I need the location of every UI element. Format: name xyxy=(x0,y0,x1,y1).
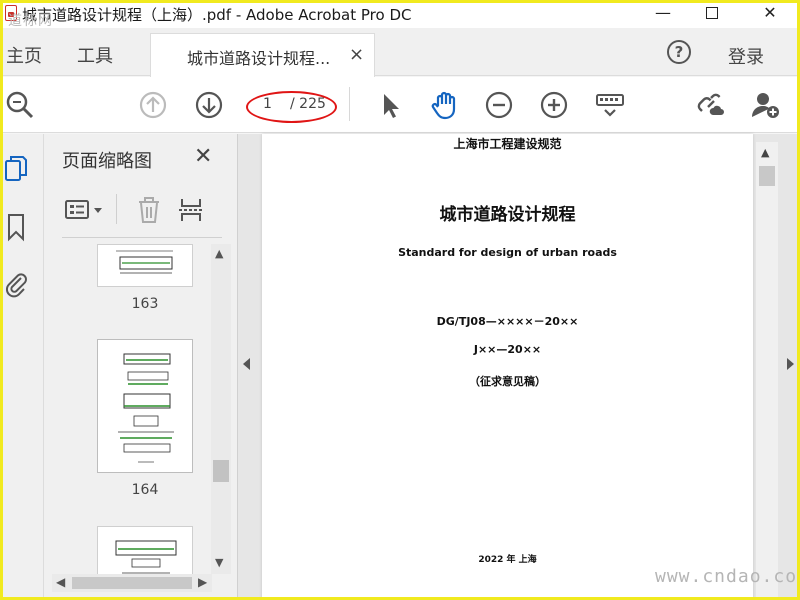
scrollbar-thumb[interactable] xyxy=(213,460,229,482)
document-title-cn: 城市道路设计规程 xyxy=(439,205,576,225)
zoom-out-icon[interactable] xyxy=(483,89,515,121)
expand-right-pane-handle[interactable] xyxy=(787,358,794,370)
record-number: J××—20×× xyxy=(473,343,542,356)
attachments-icon[interactable] xyxy=(4,268,28,298)
tab-tools[interactable]: 工具 xyxy=(77,42,113,68)
zoom-in-icon[interactable] xyxy=(538,89,570,121)
page-thumbnails-icon[interactable] xyxy=(4,154,28,184)
panel-title: 页面缩略图 xyxy=(62,151,152,172)
page-footer: 2022 年 上海 xyxy=(478,555,537,565)
thumbnail-vertical-scrollbar[interactable]: ▲ ▼ xyxy=(211,244,231,574)
document-vertical-scrollbar[interactable]: ▲ xyxy=(756,142,778,600)
document-tab-label: 城市道路设计规程... xyxy=(187,49,331,68)
split-page-icon[interactable] xyxy=(178,196,206,224)
issuer-heading: 上海市工程建设规范 xyxy=(453,137,562,151)
keyboard-tools-icon[interactable] xyxy=(594,89,626,121)
tab-document[interactable]: 城市道路设计规程... × xyxy=(150,33,375,77)
collapse-sidebar-handle[interactable] xyxy=(243,358,250,370)
minimize-button[interactable]: — xyxy=(640,0,686,28)
close-panel-button[interactable]: ✕ xyxy=(194,144,212,169)
tools-divider xyxy=(116,194,117,224)
standard-code: DG/TJ08—××××－20×× xyxy=(436,315,579,328)
delete-page-icon[interactable] xyxy=(135,196,163,224)
document-view[interactable]: 上海市工程建设规范 城市道路设计规程 Standard for design o… xyxy=(238,134,800,600)
hand-tool-icon[interactable] xyxy=(429,89,461,121)
document-title-en: Standard for design of urban roads xyxy=(398,246,617,259)
scroll-left-arrow[interactable]: ◀ xyxy=(56,575,65,589)
help-icon[interactable]: ? xyxy=(667,40,691,64)
bookmarks-icon[interactable] xyxy=(4,212,28,242)
share-link-icon[interactable] xyxy=(694,89,726,121)
maximize-icon xyxy=(706,7,718,19)
horizontal-scroll-thumb[interactable] xyxy=(72,577,192,589)
scroll-up-arrow[interactable]: ▲ xyxy=(215,247,223,260)
scroll-right-arrow[interactable]: ▶ xyxy=(198,575,207,589)
pdf-page: 上海市工程建设规范 城市道路设计规程 Standard for design o… xyxy=(262,134,753,600)
add-user-icon[interactable] xyxy=(750,89,782,121)
close-tab-button[interactable]: × xyxy=(349,44,364,65)
thumbnail-page-number: 163 xyxy=(131,296,159,312)
title-bar: 城市道路设计规程（上海）.pdf - Adobe Acrobat Pro DC … xyxy=(0,0,800,29)
thumbnail-list[interactable]: 163 164 xyxy=(44,244,211,584)
page-up-icon[interactable] xyxy=(137,89,169,121)
maximize-button[interactable] xyxy=(689,0,735,28)
scroll-down-arrow[interactable]: ▼ xyxy=(215,556,223,569)
thumbnail-page-163[interactable] xyxy=(97,244,193,287)
doc-scroll-up-arrow[interactable]: ▲ xyxy=(761,146,769,159)
main-toolbar: 1 / 225 xyxy=(0,77,800,133)
tab-bar: 主页 工具 城市道路设计规程... × ? 登录 xyxy=(0,28,800,77)
page-down-icon[interactable] xyxy=(193,89,225,121)
close-window-button[interactable]: ✕ xyxy=(747,0,793,28)
site-watermark: www.cndao.com xyxy=(655,566,800,587)
navigation-rail xyxy=(0,134,44,600)
thumbnail-page-number: 164 xyxy=(131,482,159,498)
thumbnail-tools xyxy=(62,190,222,238)
login-button[interactable]: 登录 xyxy=(728,43,764,69)
site-watermark-left: 道标网 xyxy=(8,13,53,29)
draft-status: （征求意见稿） xyxy=(469,375,546,388)
thumbnail-options-menu[interactable] xyxy=(64,196,106,224)
toolbar-divider xyxy=(349,87,350,121)
window-title: 城市道路设计规程（上海）.pdf - Adobe Acrobat Pro DC xyxy=(22,6,412,24)
thumbnails-panel: 页面缩略图 ✕ 163 164 ▲ ▼ ◀ ▶ xyxy=(44,134,238,600)
thumbnail-horizontal-scrollbar[interactable]: ◀ ▶ xyxy=(52,574,212,592)
doc-scroll-thumb[interactable] xyxy=(759,166,775,186)
thumbnail-page-164[interactable] xyxy=(97,339,193,473)
search-icon[interactable] xyxy=(4,89,36,121)
highlight-annotation xyxy=(246,91,337,123)
select-cursor-icon[interactable] xyxy=(374,89,406,121)
tab-home[interactable]: 主页 xyxy=(6,42,42,68)
